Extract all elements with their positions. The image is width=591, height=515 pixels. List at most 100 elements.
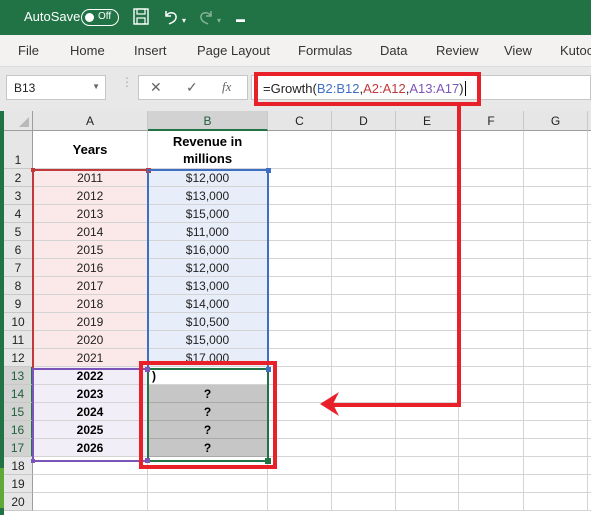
- undo-dropdown-icon[interactable]: ▾: [182, 12, 186, 30]
- cell-c15[interactable]: [268, 403, 332, 421]
- cell-forecast-year[interactable]: 2022: [33, 367, 148, 385]
- tab-view[interactable]: View: [504, 43, 532, 58]
- column-header-f[interactable]: F: [459, 111, 524, 131]
- cell-c4[interactable]: [268, 205, 332, 223]
- cell-e18[interactable]: [396, 457, 459, 475]
- cell-f2[interactable]: [459, 169, 524, 187]
- cell-e10[interactable]: [396, 313, 459, 331]
- cell-b20[interactable]: [148, 493, 268, 511]
- cell-d14[interactable]: [332, 385, 396, 403]
- cell-a18[interactable]: [33, 457, 148, 475]
- cell-e15[interactable]: [396, 403, 459, 421]
- cell-e17[interactable]: [396, 439, 459, 457]
- cell-g5[interactable]: [524, 223, 588, 241]
- tab-insert[interactable]: Insert: [134, 43, 167, 58]
- cell-c3[interactable]: [268, 187, 332, 205]
- cell-d2[interactable]: [332, 169, 396, 187]
- cell-g19[interactable]: [524, 475, 588, 493]
- row-header-16[interactable]: 16: [4, 421, 33, 439]
- row-header-7[interactable]: 7: [4, 259, 33, 277]
- undo-icon[interactable]: [163, 8, 179, 30]
- cell-f4[interactable]: [459, 205, 524, 223]
- cell-c7[interactable]: [268, 259, 332, 277]
- cell-g10[interactable]: [524, 313, 588, 331]
- cell-g7[interactable]: [524, 259, 588, 277]
- cell-d3[interactable]: [332, 187, 396, 205]
- cell-forecast-revenue[interactable]: ?: [148, 421, 268, 439]
- cell-c10[interactable]: [268, 313, 332, 331]
- cell-c6[interactable]: [268, 241, 332, 259]
- cell-revenue[interactable]: $12,000: [148, 259, 268, 277]
- cell-e16[interactable]: [396, 421, 459, 439]
- row-header-2[interactable]: 2: [4, 169, 33, 187]
- row-header-4[interactable]: 4: [4, 205, 33, 223]
- row-header-20[interactable]: 20: [4, 493, 33, 511]
- cell-e13[interactable]: [396, 367, 459, 385]
- cell-g11[interactable]: [524, 331, 588, 349]
- cell-forecast-year[interactable]: 2024: [33, 403, 148, 421]
- column-header-d[interactable]: D: [332, 111, 396, 131]
- cell-f7[interactable]: [459, 259, 524, 277]
- cell-e7[interactable]: [396, 259, 459, 277]
- cell-e12[interactable]: [396, 349, 459, 367]
- cell-f11[interactable]: [459, 331, 524, 349]
- tab-formulas[interactable]: Formulas: [298, 43, 352, 58]
- cell-c13[interactable]: [268, 367, 332, 385]
- cell-d18[interactable]: [332, 457, 396, 475]
- cell-e9[interactable]: [396, 295, 459, 313]
- cell-revenue[interactable]: $17,000: [148, 349, 268, 367]
- row-header-9[interactable]: 9: [4, 295, 33, 313]
- row-header-14[interactable]: 14: [4, 385, 33, 403]
- cell-g1[interactable]: [524, 131, 588, 169]
- cell-f12[interactable]: [459, 349, 524, 367]
- column-header-c[interactable]: C: [268, 111, 332, 131]
- cell-a20[interactable]: [33, 493, 148, 511]
- cell-d19[interactable]: [332, 475, 396, 493]
- cell-f10[interactable]: [459, 313, 524, 331]
- cell-revenue[interactable]: $10,500: [148, 313, 268, 331]
- cell-g16[interactable]: [524, 421, 588, 439]
- cell-g6[interactable]: [524, 241, 588, 259]
- cell-e2[interactable]: [396, 169, 459, 187]
- name-box[interactable]: B13 ▼: [6, 75, 106, 100]
- row-header-13[interactable]: 13: [4, 367, 33, 385]
- cell-c19[interactable]: [268, 475, 332, 493]
- cell-g13[interactable]: [524, 367, 588, 385]
- cell-d11[interactable]: [332, 331, 396, 349]
- tab-file[interactable]: File: [18, 43, 39, 58]
- column-header-a[interactable]: A: [33, 111, 148, 131]
- row-header-11[interactable]: 11: [4, 331, 33, 349]
- cell-g3[interactable]: [524, 187, 588, 205]
- cancel-icon[interactable]: ✕: [150, 79, 162, 96]
- column-header-b[interactable]: B: [148, 111, 268, 131]
- tab-page-layout[interactable]: Page Layout: [197, 43, 270, 58]
- row-header-18[interactable]: 18: [4, 457, 33, 475]
- tab-review[interactable]: Review: [436, 43, 479, 58]
- cell-c12[interactable]: [268, 349, 332, 367]
- column-header-e[interactable]: E: [396, 111, 459, 131]
- cell-d10[interactable]: [332, 313, 396, 331]
- column-header-g[interactable]: G: [524, 111, 588, 131]
- cell-year[interactable]: 2018: [33, 295, 148, 313]
- row-header-12[interactable]: 12: [4, 349, 33, 367]
- cell-e4[interactable]: [396, 205, 459, 223]
- cell-forecast-revenue[interactable]: ?: [148, 385, 268, 403]
- cell-year[interactable]: 2011: [33, 169, 148, 187]
- row-header-1[interactable]: 1: [4, 131, 33, 169]
- cell-c18[interactable]: [268, 457, 332, 475]
- cell-e3[interactable]: [396, 187, 459, 205]
- cell-g4[interactable]: [524, 205, 588, 223]
- cell-f1[interactable]: [459, 131, 524, 169]
- cell-g8[interactable]: [524, 277, 588, 295]
- cell-g12[interactable]: [524, 349, 588, 367]
- cell-f3[interactable]: [459, 187, 524, 205]
- cell-c1[interactable]: [268, 131, 332, 169]
- cell-year[interactable]: 2020: [33, 331, 148, 349]
- cell-c16[interactable]: [268, 421, 332, 439]
- select-all-button[interactable]: [4, 111, 33, 131]
- cell-e20[interactable]: [396, 493, 459, 511]
- cell-d6[interactable]: [332, 241, 396, 259]
- cell-g14[interactable]: [524, 385, 588, 403]
- row-header-17[interactable]: 17: [4, 439, 33, 457]
- grip-handle-icon[interactable]: ⋮: [121, 76, 133, 88]
